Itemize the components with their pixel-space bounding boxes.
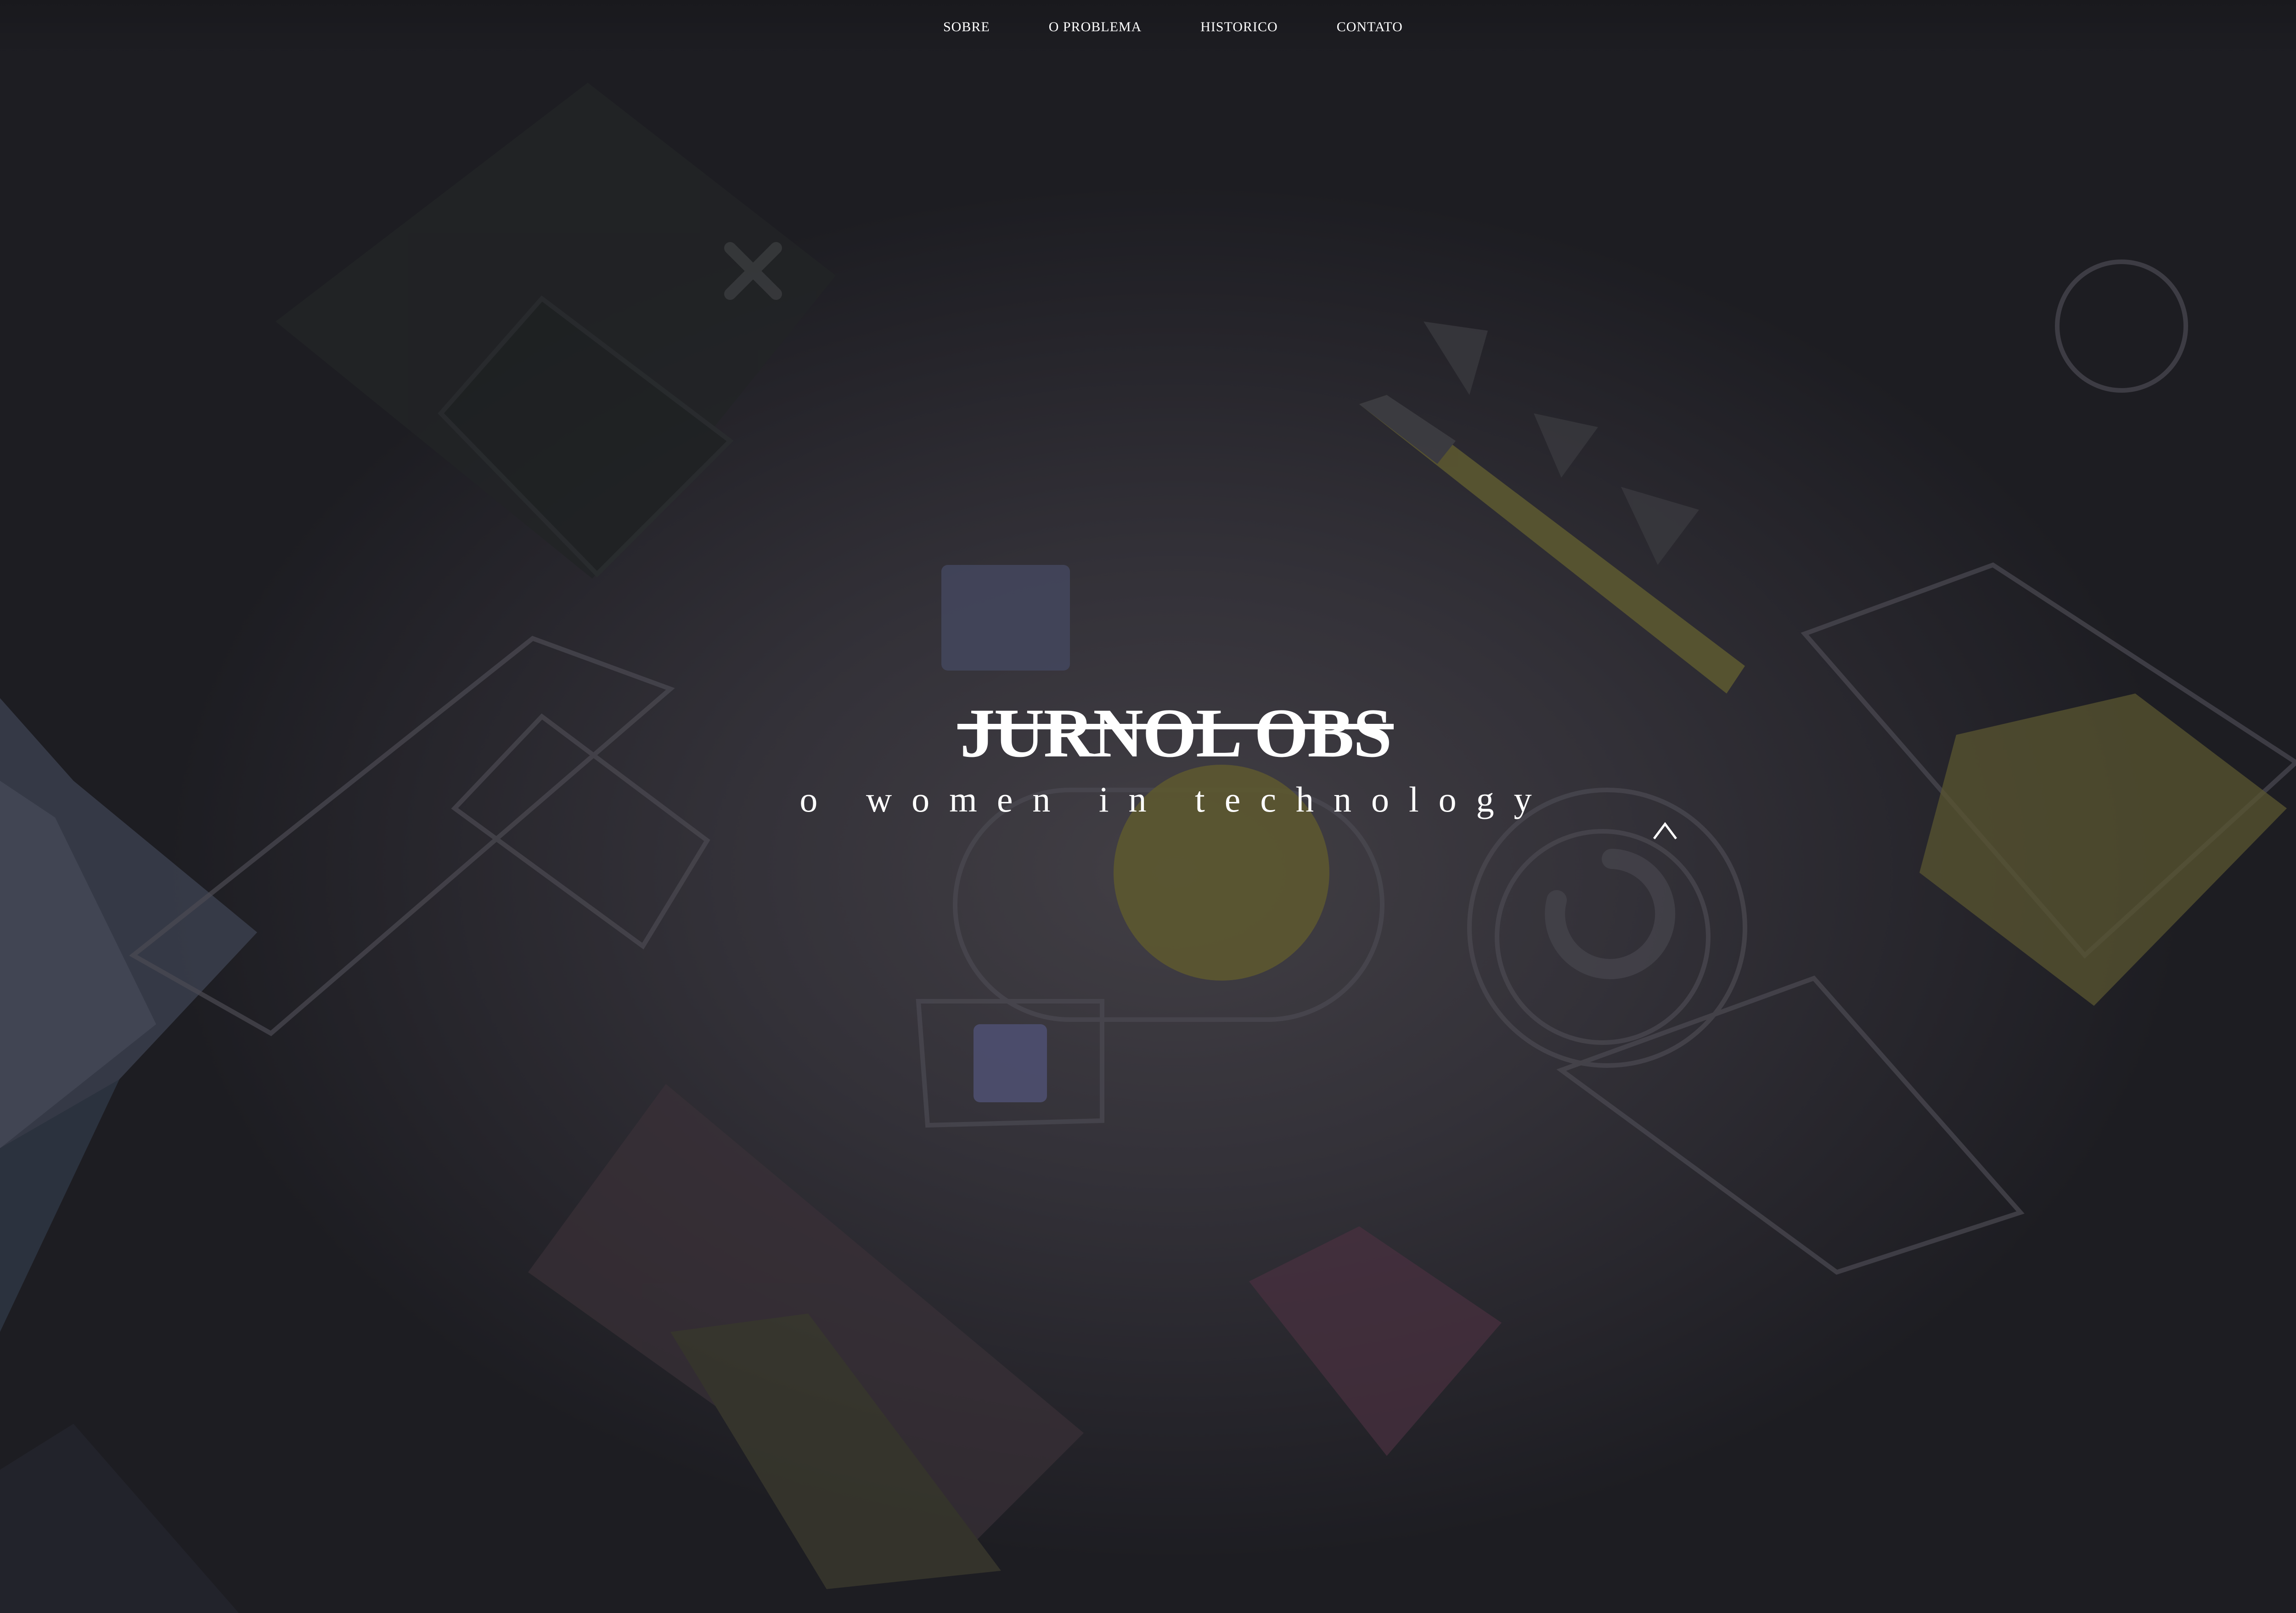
pink-shapes xyxy=(528,1084,1502,1589)
dark-box-shape xyxy=(276,83,836,579)
dark-bottom-shape xyxy=(0,1424,239,1613)
nav-item-contato[interactable]: CONTATO xyxy=(1337,19,1403,35)
hero: JURNOL OBS o women in technology xyxy=(0,698,2296,820)
nav-item-o-problema[interactable]: O PROBLEMA xyxy=(1049,19,1142,35)
site-title: JURNOL OBS xyxy=(957,694,1394,772)
nav-item-historico[interactable]: HISTORICO xyxy=(1200,19,1277,35)
caret-up-icon[interactable] xyxy=(1651,818,1679,845)
blue-cube-shape xyxy=(941,565,1070,671)
nav-item-sobre[interactable]: SOBRE xyxy=(943,19,990,35)
main-nav: SOBRE O PROBLEMA HISTORICO CONTATO xyxy=(943,16,1403,39)
blue-small-square-shape xyxy=(974,1024,1047,1102)
site-subtitle: o women in technology xyxy=(799,779,1552,819)
refresh-arrow-shape xyxy=(1545,849,1676,979)
